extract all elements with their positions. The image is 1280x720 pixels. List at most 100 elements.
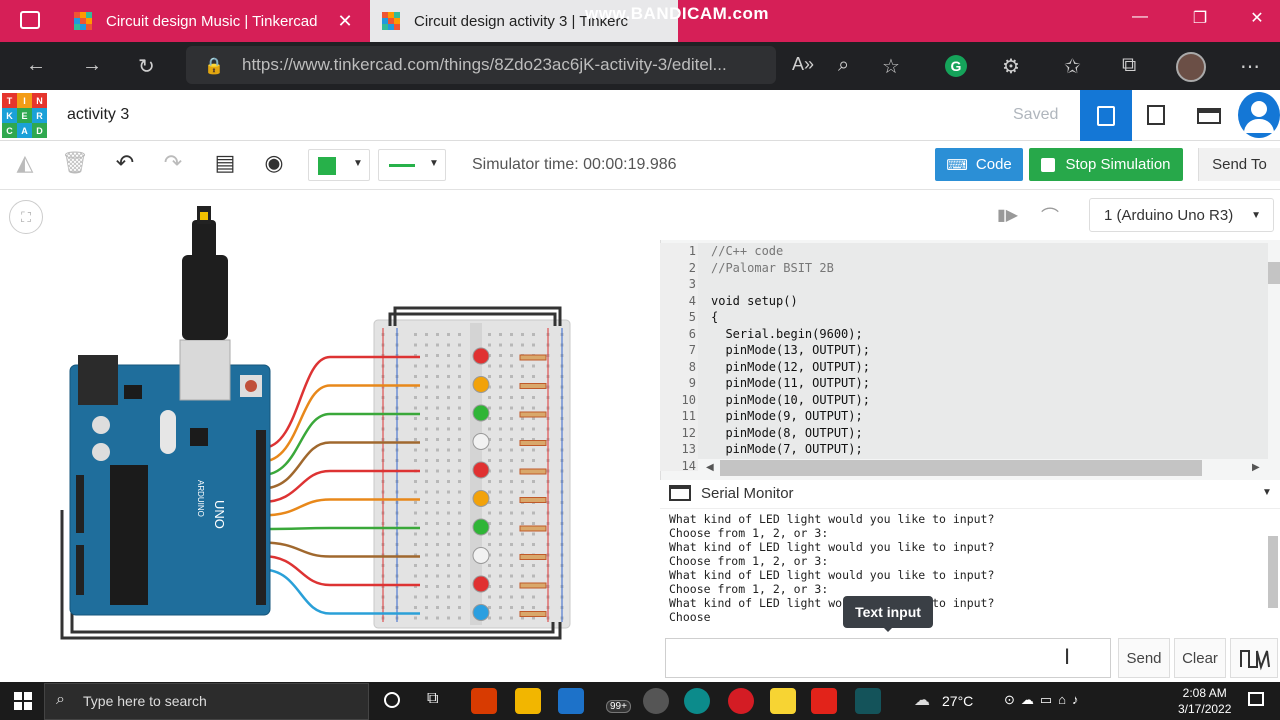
resistor[interactable]	[519, 411, 547, 418]
user-avatar[interactable]	[1238, 92, 1280, 138]
vertical-scrollbar[interactable]	[1268, 262, 1280, 284]
back-icon[interactable]: ←	[26, 54, 46, 77]
sticky-notes-icon[interactable]	[770, 688, 796, 714]
system-tray-icons[interactable]: ⊙☁▭⌂♪	[1004, 692, 1085, 708]
close-window-icon[interactable]: ✕	[1242, 8, 1272, 28]
design-title[interactable]: activity 3	[67, 106, 129, 124]
grammarly-icon[interactable]: G	[945, 55, 967, 77]
wire-style-picker[interactable]: ▼	[378, 149, 446, 181]
code-line[interactable]: //C++ code	[711, 244, 783, 258]
restore-icon[interactable]: ❐	[1185, 8, 1215, 28]
app-icon[interactable]	[643, 688, 669, 714]
favorites-icon[interactable]: ✩	[1064, 54, 1081, 79]
led[interactable]	[472, 490, 490, 507]
store-icon[interactable]	[558, 688, 584, 714]
led[interactable]	[472, 575, 490, 593]
add-favorite-icon[interactable]: ☆	[882, 54, 900, 79]
browser-tab-1[interactable]: Circuit design Music | Tinkercad ✕	[74, 0, 366, 42]
close-tab-icon[interactable]: ✕	[337, 11, 352, 32]
code-line[interactable]: Serial.begin(9600);	[711, 327, 862, 341]
redo-icon[interactable]: ↷	[158, 150, 188, 180]
windows-start-icon[interactable]	[14, 692, 32, 710]
code-line[interactable]: pinMode(10, OUTPUT);	[711, 393, 870, 407]
led[interactable]	[472, 347, 490, 365]
notifications-icon[interactable]	[1248, 692, 1264, 706]
code-line[interactable]: pinMode(9, OUTPUT);	[711, 409, 862, 423]
collections-icon[interactable]: ⧉	[1122, 54, 1136, 77]
resistor[interactable]	[519, 468, 547, 475]
resistor[interactable]	[519, 554, 547, 560]
temperature: 27°C	[942, 693, 974, 709]
opera-icon[interactable]	[728, 688, 754, 714]
rotate-icon[interactable]: ◭	[10, 150, 40, 180]
component-list-icon[interactable]	[1197, 108, 1221, 124]
led[interactable]	[472, 461, 490, 479]
profile-avatar[interactable]	[1176, 52, 1206, 82]
resistor[interactable]	[519, 354, 547, 361]
horizontal-scrollbar[interactable]	[720, 460, 1202, 476]
code-line[interactable]: pinMode(8, OUTPUT);	[711, 426, 862, 440]
device-select[interactable]: 1 (Arduino Uno R3) ▼	[1089, 198, 1274, 232]
forward-icon[interactable]: →	[82, 54, 102, 77]
stop-simulation-button[interactable]: Stop Simulation	[1029, 148, 1183, 181]
send-button[interactable]: Send	[1118, 638, 1170, 678]
office-icon[interactable]	[471, 688, 497, 714]
zoom-icon[interactable]: ⌕	[838, 54, 849, 77]
signal-wire[interactable]	[261, 526, 420, 531]
code-line[interactable]: pinMode(13, OUTPUT);	[711, 343, 870, 357]
led[interactable]	[472, 433, 490, 450]
media-icon[interactable]	[811, 688, 837, 714]
file-explorer-icon[interactable]	[515, 688, 541, 714]
more-menu-icon[interactable]: ⋯	[1240, 54, 1260, 79]
extensions-icon[interactable]: ⚙	[1002, 54, 1020, 79]
resistor[interactable]	[519, 582, 547, 589]
read-aloud-icon[interactable]: A»	[792, 54, 814, 75]
task-view-icon[interactable]: ⧉	[427, 690, 438, 708]
delete-icon[interactable]: 🗑	[60, 150, 90, 180]
clock[interactable]: 2:08 AM 3/17/2022	[1178, 685, 1231, 717]
mail-badge: 99+	[606, 700, 631, 713]
scroll-left-icon[interactable]: ◀	[706, 462, 714, 473]
minimize-icon[interactable]: —	[1125, 8, 1155, 26]
led[interactable]	[472, 604, 490, 621]
recorder-icon[interactable]	[855, 688, 881, 714]
upload-run-icon[interactable]: ▮▶	[997, 205, 1018, 225]
serial-scrollbar[interactable]	[1268, 536, 1278, 608]
cortana-icon[interactable]	[384, 692, 400, 708]
graph-toggle-button[interactable]	[1230, 638, 1278, 678]
resistor[interactable]	[519, 525, 547, 532]
tab-actions-icon[interactable]	[20, 11, 40, 29]
led[interactable]	[472, 518, 490, 536]
code-line[interactable]: {	[711, 310, 718, 324]
code-line[interactable]: pinMode(11, OUTPUT);	[711, 376, 870, 390]
circuit-view-button[interactable]	[1080, 90, 1132, 141]
resistor[interactable]	[519, 440, 547, 446]
waveform-icon	[1240, 650, 1270, 671]
text-input-tooltip: Text input	[843, 596, 933, 628]
resistor[interactable]	[519, 383, 547, 389]
serial-input[interactable]	[665, 638, 1111, 678]
code-line[interactable]: pinMode(7, OUTPUT);	[711, 442, 862, 456]
schematic-view-icon[interactable]	[1147, 105, 1165, 125]
clear-button[interactable]: Clear	[1174, 638, 1226, 678]
led[interactable]	[472, 404, 490, 422]
led[interactable]	[472, 376, 490, 393]
undo-icon[interactable]: ↶	[110, 150, 140, 180]
notes-icon[interactable]: ▤	[210, 150, 240, 180]
edge-icon[interactable]	[684, 688, 710, 714]
collapse-icon[interactable]: ▼	[1262, 487, 1272, 498]
code-line[interactable]: void setup()	[711, 294, 798, 308]
debugger-icon[interactable]: ⌒	[1041, 203, 1059, 229]
scroll-right-icon[interactable]: ▶	[1252, 462, 1260, 473]
color-picker[interactable]: ▼	[308, 149, 370, 181]
code-line[interactable]: //Palomar BSIT 2B	[711, 261, 834, 275]
led[interactable]	[472, 547, 490, 564]
code-button[interactable]: ⌨ Code	[935, 148, 1023, 181]
tinkercad-logo[interactable]: TIN KER CAD	[2, 93, 47, 138]
view-notes-icon[interactable]: ◉	[259, 150, 289, 180]
resistor[interactable]	[519, 611, 547, 617]
code-line[interactable]: pinMode(12, OUTPUT);	[711, 360, 870, 374]
resistor[interactable]	[519, 497, 547, 503]
refresh-icon[interactable]: ↻	[138, 54, 155, 79]
send-to-button[interactable]: Send To	[1198, 148, 1280, 181]
